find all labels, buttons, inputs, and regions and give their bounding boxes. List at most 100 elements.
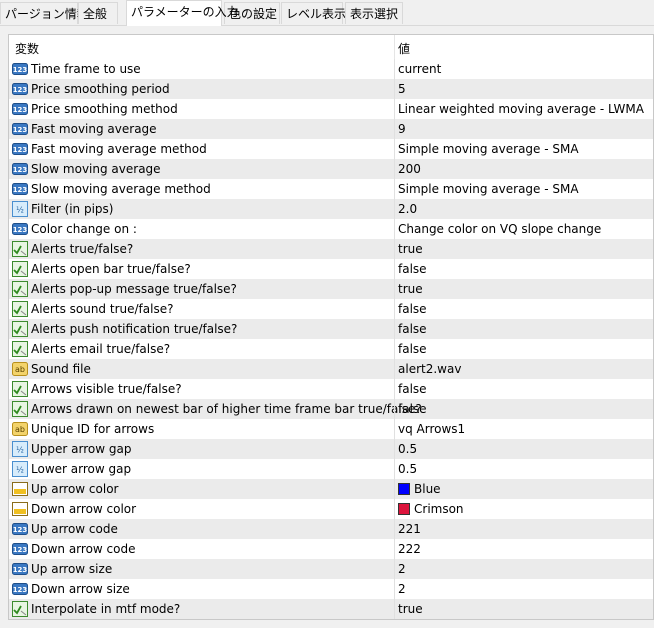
int-123-icon: 123 xyxy=(12,121,28,137)
param-name: Upper arrow gap xyxy=(31,442,132,456)
param-name: Price smoothing period xyxy=(31,82,170,96)
bool-icon xyxy=(12,341,28,357)
table-row[interactable]: Alerts open bar true/false? false xyxy=(9,259,653,279)
param-value-text: vq Arrows1 xyxy=(398,422,466,436)
row-column-divider xyxy=(394,399,395,419)
param-value[interactable]: false xyxy=(398,262,427,276)
column-header-variable[interactable]: 変数 xyxy=(15,40,39,57)
table-row[interactable]: ½ Lower arrow gap 0.5 xyxy=(9,459,653,479)
param-value[interactable]: 2 xyxy=(398,562,406,576)
table-row[interactable]: 123 Fast moving average 9 xyxy=(9,119,653,139)
table-row[interactable]: 123 Down arrow size 2 xyxy=(9,579,653,599)
param-value[interactable]: Crimson xyxy=(398,502,464,516)
tab-general[interactable]: 全般 xyxy=(78,2,118,24)
param-name: Slow moving average xyxy=(31,162,161,176)
row-column-divider xyxy=(394,79,395,99)
param-value-text: 5 xyxy=(398,82,406,96)
table-row[interactable]: 123 Price smoothing period 5 xyxy=(9,79,653,99)
table-row[interactable]: 123 Price smoothing method Linear weighted… xyxy=(9,99,653,119)
param-value[interactable]: Linear weighted moving average - LWMA xyxy=(398,102,644,116)
bool-icon xyxy=(12,321,28,337)
param-value[interactable]: 2 xyxy=(398,582,406,596)
param-value[interactable]: 221 xyxy=(398,522,421,536)
table-row[interactable]: Interpolate in mtf mode? true xyxy=(9,599,653,619)
table-row[interactable]: 123 Up arrow size 2 xyxy=(9,559,653,579)
param-name: Arrows visible true/false? xyxy=(31,382,182,396)
param-value[interactable]: true xyxy=(398,282,423,296)
tab-version-info[interactable]: パージョン情報 xyxy=(0,2,89,24)
param-value[interactable]: false xyxy=(398,302,427,316)
param-value[interactable]: 5 xyxy=(398,82,406,96)
table-row[interactable]: 123 Slow moving average method Simple movi… xyxy=(9,179,653,199)
table-row[interactable]: Alerts true/false? true xyxy=(9,239,653,259)
param-value[interactable]: true xyxy=(398,602,423,616)
param-value-text: Change color on VQ slope change xyxy=(398,222,602,236)
table-row[interactable]: Arrows visible true/false? false xyxy=(9,379,653,399)
param-name: Arrows drawn on newest bar of higher tim… xyxy=(31,402,422,416)
param-name: Unique ID for arrows xyxy=(31,422,155,436)
table-row[interactable]: Arrows drawn on newest bar of higher tim… xyxy=(9,399,653,419)
param-value[interactable]: 0.5 xyxy=(398,442,417,456)
svg-text:½: ½ xyxy=(16,206,24,215)
param-value[interactable]: Change color on VQ slope change xyxy=(398,222,601,236)
param-name: Filter (in pips) xyxy=(31,202,114,216)
param-value[interactable]: 200 xyxy=(398,162,421,176)
table-row[interactable]: Up arrow color Blue xyxy=(9,479,653,499)
row-column-divider xyxy=(394,359,395,379)
param-name: Price smoothing method xyxy=(31,102,178,116)
svg-text:½: ½ xyxy=(16,446,24,455)
param-value[interactable]: false xyxy=(398,402,427,416)
param-value-text: Linear weighted moving average - LWMA xyxy=(398,102,644,116)
param-value[interactable]: Simple moving average - SMA xyxy=(398,182,579,196)
param-value-text: 2.0 xyxy=(398,202,418,216)
tab-visualization[interactable]: 表示選択 xyxy=(345,2,403,24)
table-row[interactable]: 123 Down arrow code 222 xyxy=(9,539,653,559)
param-value[interactable]: false xyxy=(398,342,427,356)
column-divider[interactable] xyxy=(394,35,395,59)
table-row[interactable]: ½ Filter (in pips) 2.0 xyxy=(9,199,653,219)
row-column-divider xyxy=(394,439,395,459)
param-value[interactable]: current xyxy=(398,62,441,76)
column-header-value[interactable]: 値 xyxy=(398,40,410,57)
row-column-divider xyxy=(394,419,395,439)
table-row[interactable]: 123 Fast moving average method Simple movi… xyxy=(9,139,653,159)
svg-text:123: 123 xyxy=(13,126,28,134)
param-value[interactable]: 2.0 xyxy=(398,202,417,216)
table-row[interactable]: ab Sound file alert2.wav xyxy=(9,359,653,379)
table-row[interactable]: Alerts pop-up message true/false? true xyxy=(9,279,653,299)
table-row[interactable]: Alerts push notification true/false? fals… xyxy=(9,319,653,339)
param-value[interactable]: alert2.wav xyxy=(398,362,461,376)
table-row[interactable]: 123 Up arrow code 221 xyxy=(9,519,653,539)
table-row[interactable]: ab Unique ID for arrows vq Arrows1 xyxy=(9,419,653,439)
row-column-divider xyxy=(394,499,395,519)
bool-icon xyxy=(12,281,28,297)
table-row[interactable]: 123 Color change on : Change color on VQ s… xyxy=(9,219,653,239)
param-name: Down arrow code xyxy=(31,542,136,556)
table-row[interactable]: ½ Upper arrow gap 0.5 xyxy=(9,439,653,459)
bool-icon xyxy=(12,381,28,397)
param-value[interactable]: 222 xyxy=(398,542,421,556)
table-row[interactable]: 123 Time frame to use current xyxy=(9,59,653,79)
bool-icon xyxy=(12,241,28,257)
table-row[interactable]: Alerts email true/false? false xyxy=(9,339,653,359)
param-value[interactable]: false xyxy=(398,382,427,396)
table-row[interactable]: Alerts sound true/false? false xyxy=(9,299,653,319)
table-row[interactable]: Down arrow color Crimson xyxy=(9,499,653,519)
int-123-icon: 123 xyxy=(12,561,28,577)
param-value[interactable]: vq Arrows1 xyxy=(398,422,465,436)
int-123-icon: 123 xyxy=(12,181,28,197)
param-value[interactable]: false xyxy=(398,322,427,336)
param-value[interactable]: true xyxy=(398,242,423,256)
param-name: Fast moving average method xyxy=(31,142,207,156)
tab-input-parameters[interactable]: パラメーターの入力 xyxy=(126,0,239,26)
param-value[interactable]: Blue xyxy=(398,482,441,496)
color-swatch xyxy=(398,483,410,495)
bool-icon xyxy=(12,261,28,277)
param-value[interactable]: 9 xyxy=(398,122,406,136)
param-value[interactable]: Simple moving average - SMA xyxy=(398,142,579,156)
param-value[interactable]: 0.5 xyxy=(398,462,417,476)
table-row[interactable]: 123 Slow moving average 200 xyxy=(9,159,653,179)
svg-text:123: 123 xyxy=(13,186,28,194)
tab-levels[interactable]: レベル表示 xyxy=(281,2,346,24)
int-123-icon: 123 xyxy=(12,581,28,597)
